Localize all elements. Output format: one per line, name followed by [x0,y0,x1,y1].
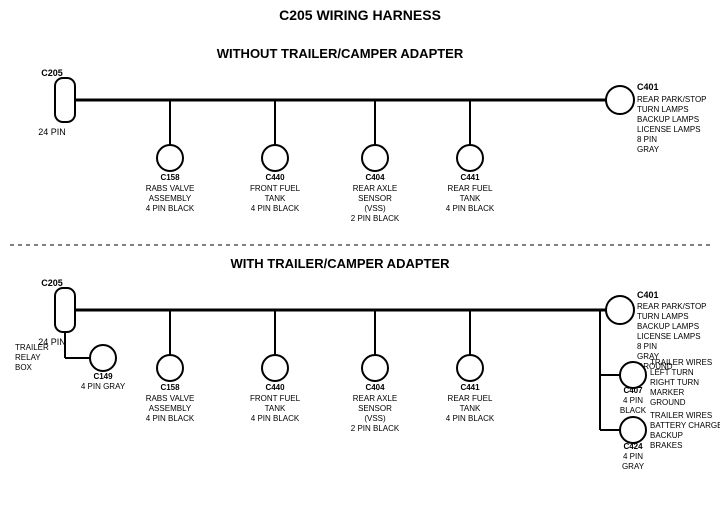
s2-c407-pin1: 4 PIN [623,396,643,405]
s2-c205-label: C205 [41,278,63,288]
s2-c407-pin2: BLACK [620,406,647,415]
s2-c404-desc4: 2 PIN BLACK [351,424,400,433]
s2-c158-desc1: RABS VALVE [146,394,195,403]
s2-c440-connector [262,355,288,381]
s1-c404-connector [362,145,388,171]
s2-trailer-relay-label2: RELAY [15,353,41,362]
s2-c407-desc4: MARKER [650,388,684,397]
s2-c158-connector [157,355,183,381]
s1-c158-connector [157,145,183,171]
s2-c407-connector [620,362,646,388]
s2-c401-desc1: REAR PARK/STOP [637,302,707,311]
s1-c440-desc3: 4 PIN BLACK [251,204,300,213]
s1-c440-desc1: FRONT FUEL [250,184,301,193]
s2-c401-desc4: LICENSE LAMPS [637,332,701,341]
s2-c401-desc3: BACKUP LAMPS [637,322,699,331]
s1-c441-desc1: REAR FUEL [448,184,493,193]
s2-c149-pin: 4 PIN GRAY [81,382,126,391]
s1-c404-label: C404 [365,173,385,182]
s2-c424-pin1: 4 PIN [623,452,643,461]
s2-c441-desc1: REAR FUEL [448,394,493,403]
s1-c205-label: C205 [41,68,63,78]
s1-c158-desc1: RABS VALVE [146,184,195,193]
s1-c440-desc2: TANK [265,194,286,203]
s1-c158-label: C158 [160,173,180,182]
s2-c407-desc3: RIGHT TURN [650,378,699,387]
s2-c401-desc2: TURN LAMPS [637,312,689,321]
s2-c407-desc2: LEFT TURN [650,368,694,377]
s2-c401-label: C401 [637,290,659,300]
s1-c401-desc2: TURN LAMPS [637,105,689,114]
s2-c424-label: C424 [623,442,643,451]
s2-c401-pin: 8 PIN [637,342,657,351]
s2-trailer-relay-label1: TRAILER [15,343,49,352]
s2-c440-label: C440 [265,383,285,392]
s1-c401-label: C401 [637,82,659,92]
s1-c441-label: C441 [460,173,480,182]
s2-c441-desc2: TANK [460,404,481,413]
s1-c401-connector [606,86,634,114]
s2-c205-connector [55,288,75,332]
diagram-title: C205 WIRING HARNESS [279,7,441,23]
s2-c441-connector [457,355,483,381]
s1-c404-desc2: SENSOR [358,194,392,203]
s2-c404-label: C404 [365,383,385,392]
s1-c158-desc3: 4 PIN BLACK [146,204,195,213]
s1-c205-pin: 24 PIN [38,127,66,137]
s2-c424-desc3: BACKUP [650,431,683,440]
s2-c149-label: C149 [93,372,113,381]
section2-label: WITH TRAILER/CAMPER ADAPTER [230,256,450,271]
s1-c404-desc1: REAR AXLE [353,184,397,193]
s1-c401-desc4: LICENSE LAMPS [637,125,701,134]
s2-c158-label: C158 [160,383,180,392]
s2-c424-desc4: BRAKES [650,441,682,450]
diagram-container: C205 WIRING HARNESS WITHOUT TRAILER/CAMP… [0,0,720,517]
s1-c401-desc1: REAR PARK/STOP [637,95,707,104]
s2-c424-connector [620,417,646,443]
s1-c440-connector [262,145,288,171]
s2-c407-label: C407 [623,386,643,395]
s1-c441-connector [457,145,483,171]
s2-c158-desc2: ASSEMBLY [149,404,192,413]
s1-c158-desc2: ASSEMBLY [149,194,192,203]
s2-c158-desc3: 4 PIN BLACK [146,414,195,423]
section1-label: WITHOUT TRAILER/CAMPER ADAPTER [217,46,464,61]
s2-c441-label: C441 [460,383,480,392]
s1-c441-desc3: 4 PIN BLACK [446,204,495,213]
s2-c424-desc2: BATTERY CHARGE [650,421,720,430]
s2-c440-desc3: 4 PIN BLACK [251,414,300,423]
s2-c407-desc5: GROUND [650,398,686,407]
s2-c424-pin2: GRAY [622,462,645,471]
s2-c404-desc1: REAR AXLE [353,394,397,403]
s1-c205-connector [55,78,75,122]
s1-c401-pin: 8 PIN [637,135,657,144]
s2-c401-connector [606,296,634,324]
s2-c404-desc2: SENSOR [358,404,392,413]
s2-c149-connector [90,345,116,371]
s2-c404-desc3: (VSS) [364,414,386,423]
s2-c404-connector [362,355,388,381]
s1-c401-desc3: BACKUP LAMPS [637,115,699,124]
s1-c440-label: C440 [265,173,285,182]
s2-c407-desc1: TRAILER WIRES [650,358,712,367]
s2-trailer-relay-label3: BOX [15,363,33,372]
s2-c440-desc1: FRONT FUEL [250,394,301,403]
s1-c404-desc3: (VSS) [364,204,386,213]
s1-c404-desc4: 2 PIN BLACK [351,214,400,223]
s1-c401-color: GRAY [637,145,660,154]
s1-c441-desc2: TANK [460,194,481,203]
s2-c441-desc3: 4 PIN BLACK [446,414,495,423]
s2-c440-desc2: TANK [265,404,286,413]
s2-c424-desc1: TRAILER WIRES [650,411,712,420]
